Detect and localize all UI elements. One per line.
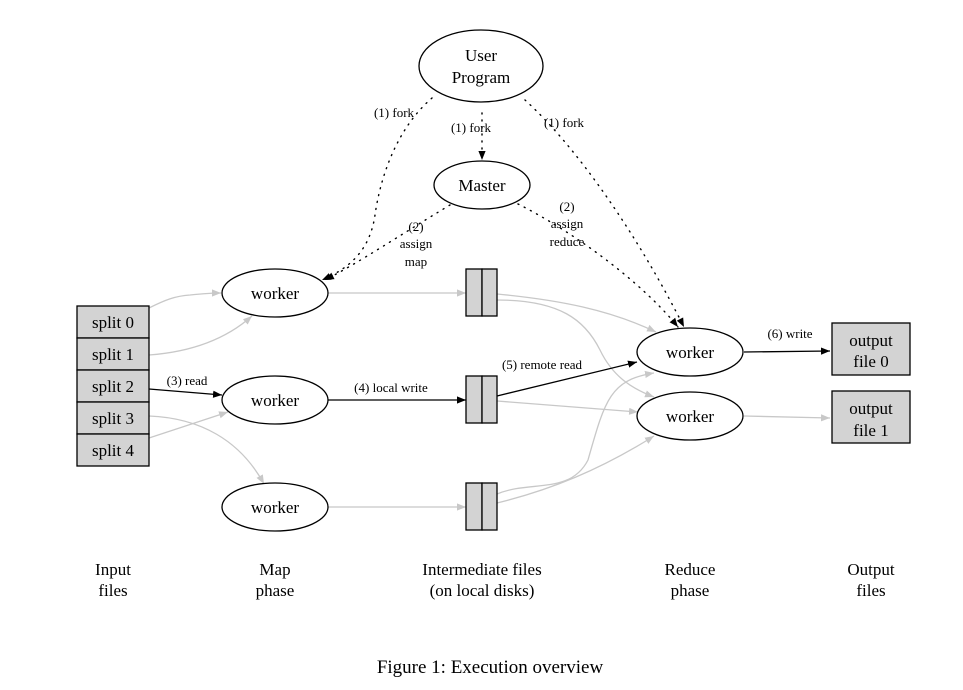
- edge-split1-to-worker1: [148, 315, 253, 356]
- phase-label-reduce: Reduce phase: [665, 560, 716, 600]
- split-label: split 1: [92, 345, 134, 364]
- svg-text:Reduce: Reduce: [665, 560, 716, 579]
- edge-label-fork-right: (1) fork: [544, 115, 585, 130]
- svg-text:phase: phase: [671, 581, 710, 600]
- user-program-label-1: User: [465, 46, 497, 65]
- output-file-label-2: file 0: [853, 352, 888, 371]
- svg-text:Output: Output: [847, 560, 895, 579]
- svg-text:phase: phase: [256, 581, 295, 600]
- map-worker-label: worker: [251, 284, 299, 303]
- edge-label-assign-map-1: (2): [408, 219, 423, 234]
- edge-file1-to-reduce2: [496, 299, 655, 398]
- output-file-label-1: output: [849, 331, 893, 350]
- svg-text:Map: Map: [259, 560, 290, 579]
- figure-caption: Figure 1: Execution overview: [377, 657, 604, 678]
- execution-overview-diagram: User Program Master worker worker worker…: [76, 29, 911, 678]
- svg-text:Intermediate files: Intermediate files: [422, 560, 541, 579]
- reduce-worker-label: worker: [666, 407, 714, 426]
- edge-label-assign-reduce-1: (2): [559, 199, 574, 214]
- edge-label-read: (3) read: [167, 373, 208, 388]
- input-splits: split 0 split 1 split 2 split 3 split 4: [76, 305, 150, 467]
- edge-label-fork-center: (1) fork: [451, 120, 492, 135]
- edge-file2-to-reduce2: [496, 400, 639, 415]
- reduce-worker-label: worker: [666, 343, 714, 362]
- edge-split2-to-worker2: [148, 388, 223, 398]
- output-file-node: output file 1: [831, 390, 911, 444]
- edge-fork-to-reduce-worker: [524, 99, 685, 328]
- user-program-node: User Program: [418, 29, 544, 103]
- phase-label-output: Output files: [847, 560, 895, 600]
- edge-label-assign-reduce-2: assign: [551, 216, 584, 231]
- phase-label-map: Map phase: [256, 560, 295, 600]
- split-label: split 3: [92, 409, 134, 428]
- svg-text:files: files: [98, 581, 127, 600]
- phase-label-input: Input files: [95, 560, 131, 600]
- map-worker-node: worker: [221, 268, 329, 318]
- edge-split0-to-worker1: [148, 289, 222, 309]
- edge-fork-to-map-worker: [321, 97, 433, 281]
- svg-text:(on local disks): (on local disks): [430, 581, 535, 600]
- map-worker-label: worker: [251, 498, 299, 517]
- svg-text:Input: Input: [95, 560, 131, 579]
- edge-assign-reduce: [517, 203, 679, 328]
- intermediate-file: [465, 268, 498, 317]
- edge-write-output0: [743, 347, 831, 355]
- edge-label-remote-read: (5) remote read: [502, 357, 583, 372]
- edge-label-write: (6) write: [767, 326, 812, 341]
- intermediate-file: [465, 482, 498, 531]
- edge-label-assign-reduce-3: reduce: [550, 234, 585, 249]
- map-worker-node: worker: [221, 375, 329, 425]
- phase-label-intermediate: Intermediate files (on local disks): [422, 560, 541, 600]
- output-file-node: output file 0: [831, 322, 911, 376]
- reduce-worker-node: worker: [636, 327, 744, 377]
- map-worker-label: worker: [251, 391, 299, 410]
- edge-file1-to-reduce1: [496, 293, 657, 333]
- split-label: split 4: [92, 441, 135, 460]
- edge-label-local-write: (4) local write: [354, 380, 428, 395]
- edge-file3-to-reduce2: [496, 435, 655, 504]
- edge-label-assign-map-2: assign: [400, 236, 433, 251]
- split-label: split 0: [92, 313, 134, 332]
- svg-text:files: files: [856, 581, 885, 600]
- output-file-label-2: file 1: [853, 421, 888, 440]
- edge-label-fork-left: (1) fork: [374, 105, 415, 120]
- reduce-worker-node: worker: [636, 391, 744, 441]
- edge-file3-to-reduce1: [496, 370, 655, 495]
- output-file-label-1: output: [849, 399, 893, 418]
- edge-label-assign-map-3: map: [405, 254, 427, 269]
- map-worker-node: worker: [221, 482, 329, 532]
- edge-reduce2-to-output1: [743, 414, 831, 422]
- master-label: Master: [458, 176, 506, 195]
- intermediate-file: [465, 375, 498, 424]
- user-program-label-2: Program: [452, 68, 511, 87]
- split-label: split 2: [92, 377, 134, 396]
- master-node: Master: [433, 160, 531, 210]
- edge-split3-to-worker3: [148, 415, 265, 485]
